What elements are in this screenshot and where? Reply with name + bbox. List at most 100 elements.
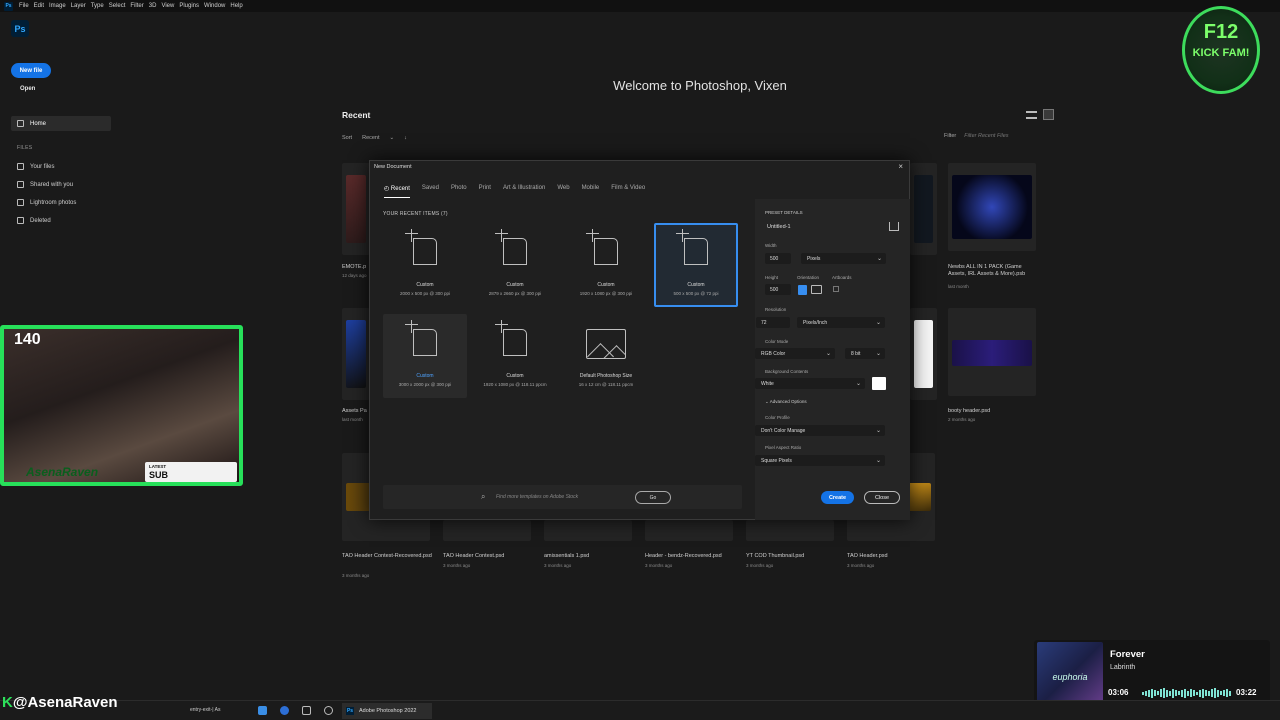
sort-label: Sort bbox=[342, 135, 353, 141]
preset-card[interactable]: Custom 1920 x 1080 px @ 118.11 ppcm bbox=[473, 314, 557, 398]
menu-file[interactable]: File bbox=[19, 3, 29, 9]
portrait-orientation-icon[interactable] bbox=[798, 285, 807, 295]
app-icon[interactable] bbox=[324, 706, 333, 715]
app-icon[interactable] bbox=[258, 706, 267, 715]
close-icon[interactable]: × bbox=[898, 162, 903, 171]
preset-card[interactable]: Custom 2000 x 500 px @ 300 ppi bbox=[383, 223, 467, 307]
close-button[interactable]: Close bbox=[864, 491, 900, 504]
preset-name: Custom bbox=[597, 282, 615, 288]
background-value: White bbox=[761, 380, 774, 387]
resolution-input[interactable]: 72 bbox=[756, 317, 790, 328]
document-name-field[interactable]: Untitled-1 bbox=[767, 224, 791, 230]
file-thumbnail[interactable] bbox=[910, 163, 937, 255]
tab-film-video[interactable]: Film & Video bbox=[611, 185, 645, 198]
kick-icon: K bbox=[2, 694, 13, 711]
lightroom-icon bbox=[17, 199, 24, 206]
color-profile-dropdown[interactable]: Don't Color Manage ⌄ bbox=[755, 425, 885, 436]
app-icon[interactable] bbox=[302, 706, 311, 715]
taskbar-photoshop[interactable]: Ps Adobe Photoshop 2022 bbox=[342, 703, 432, 719]
go-button[interactable]: Go bbox=[635, 491, 671, 504]
app-icon[interactable] bbox=[280, 706, 289, 715]
preset-name: Custom bbox=[506, 373, 524, 379]
resolution-unit-dropdown[interactable]: Pixels/Inch ⌄ bbox=[797, 317, 885, 328]
file-thumbnail[interactable] bbox=[948, 308, 1036, 396]
width-unit-dropdown[interactable]: Pixels ⌄ bbox=[801, 253, 886, 264]
color-mode-label: Color Mode bbox=[765, 339, 789, 344]
create-button[interactable]: Create bbox=[821, 491, 854, 504]
tab-recent[interactable]: Recent bbox=[384, 185, 410, 198]
tab-mobile[interactable]: Mobile bbox=[582, 185, 600, 198]
file-date: 12 days ago bbox=[342, 273, 367, 278]
file-name: TAO Header Contest.psd bbox=[443, 553, 505, 559]
badge-line-2: KICK FAM! bbox=[1192, 47, 1250, 59]
file-date: last month bbox=[342, 417, 363, 422]
waveform-bar bbox=[1190, 689, 1192, 697]
preset-card[interactable]: Custom 3000 x 2000 px @ 300 ppi bbox=[383, 314, 467, 398]
menu-filter[interactable]: Filter bbox=[130, 3, 143, 9]
pixel-aspect-dropdown[interactable]: Square Pixels ⌄ bbox=[755, 455, 885, 466]
menu-3d[interactable]: 3D bbox=[149, 3, 157, 9]
waveform-bar bbox=[1160, 689, 1162, 697]
tab-art-illustration[interactable]: Art & Illustration bbox=[503, 185, 545, 198]
file-thumbnail[interactable] bbox=[342, 163, 370, 255]
sidebar-item-your-files[interactable]: Your files bbox=[11, 159, 111, 174]
waveform-bar bbox=[1169, 690, 1171, 696]
sidebar-item-home[interactable]: Home bbox=[11, 116, 111, 131]
menu-select[interactable]: Select bbox=[109, 3, 126, 9]
file-preview bbox=[914, 175, 933, 243]
menu-help[interactable]: Help bbox=[230, 3, 242, 9]
save-preset-icon[interactable] bbox=[889, 222, 899, 231]
preset-card[interactable]: Custom 1920 x 1080 px @ 300 ppi bbox=[564, 223, 648, 307]
menu-type[interactable]: Type bbox=[91, 3, 104, 9]
preset-card-selected[interactable]: Custom 500 x 500 px @ 72 ppi bbox=[654, 223, 738, 307]
landscape-orientation-icon[interactable] bbox=[811, 285, 822, 294]
file-thumbnail[interactable] bbox=[645, 520, 733, 541]
tab-print[interactable]: Print bbox=[479, 185, 491, 198]
list-view-icon[interactable] bbox=[1026, 111, 1037, 119]
file-thumbnail[interactable] bbox=[746, 520, 834, 541]
background-dropdown[interactable]: White ⌄ bbox=[755, 378, 865, 389]
file-thumbnail[interactable] bbox=[342, 308, 370, 400]
waveform-bar bbox=[1166, 689, 1168, 697]
file-thumbnail[interactable] bbox=[948, 163, 1036, 251]
bit-depth-dropdown[interactable]: 8 bit ⌄ bbox=[845, 348, 885, 359]
file-thumbnail[interactable] bbox=[443, 520, 531, 541]
waveform-bar bbox=[1226, 689, 1228, 697]
menu-image[interactable]: Image bbox=[49, 3, 66, 9]
color-mode-dropdown[interactable]: RGB Color ⌄ bbox=[755, 348, 835, 359]
menu-view[interactable]: View bbox=[161, 3, 174, 9]
height-label: Height bbox=[765, 275, 779, 280]
background-color-swatch[interactable] bbox=[872, 377, 886, 390]
waveform-bar bbox=[1229, 690, 1231, 696]
file-thumbnail[interactable] bbox=[910, 308, 937, 400]
artboards-label: Artboards bbox=[832, 275, 852, 280]
sidebar-item-deleted[interactable]: Deleted bbox=[11, 213, 111, 228]
sidebar-item-shared[interactable]: Shared with you bbox=[11, 177, 111, 192]
sidebar-item-lightroom[interactable]: Lightroom photos bbox=[11, 195, 111, 210]
waveform-bar bbox=[1142, 691, 1144, 695]
sort-dropdown[interactable]: Recent bbox=[362, 135, 379, 141]
tab-web[interactable]: Web bbox=[557, 185, 569, 198]
stock-search-input[interactable]: Find more templates on Adobe Stock bbox=[496, 494, 578, 500]
taskbar-snippet[interactable]: entry-exit-| As bbox=[190, 707, 220, 713]
artboards-checkbox[interactable] bbox=[833, 286, 839, 292]
chevron-down-icon: ⌄ bbox=[875, 351, 881, 357]
tab-photo[interactable]: Photo bbox=[451, 185, 467, 198]
width-input[interactable]: 500 bbox=[765, 253, 791, 264]
preset-card[interactable]: Default Photoshop Size 16 x 12 cm @ 118.… bbox=[564, 314, 648, 398]
chevron-down-icon[interactable]: ⌄ bbox=[390, 135, 395, 141]
menu-plugins[interactable]: Plugins bbox=[179, 3, 199, 9]
tab-saved[interactable]: Saved bbox=[422, 185, 439, 198]
menu-window[interactable]: Window bbox=[204, 3, 225, 9]
advanced-options-toggle[interactable]: ⌄ Advanced Options bbox=[765, 399, 807, 405]
height-input[interactable]: 500 bbox=[765, 284, 791, 295]
filter-control: Filter Filter Recent Files bbox=[944, 133, 1009, 139]
new-file-button[interactable]: New file bbox=[11, 63, 51, 78]
sort-direction-icon[interactable]: ↓ bbox=[404, 135, 407, 141]
preset-card[interactable]: Custom 2879 x 2660 px @ 300 ppi bbox=[473, 223, 557, 307]
grid-view-icon[interactable] bbox=[1043, 109, 1054, 120]
filter-input[interactable]: Filter Recent Files bbox=[964, 133, 1008, 139]
menu-layer[interactable]: Layer bbox=[71, 3, 86, 9]
file-thumbnail[interactable] bbox=[544, 520, 632, 541]
menu-edit[interactable]: Edit bbox=[34, 3, 44, 9]
